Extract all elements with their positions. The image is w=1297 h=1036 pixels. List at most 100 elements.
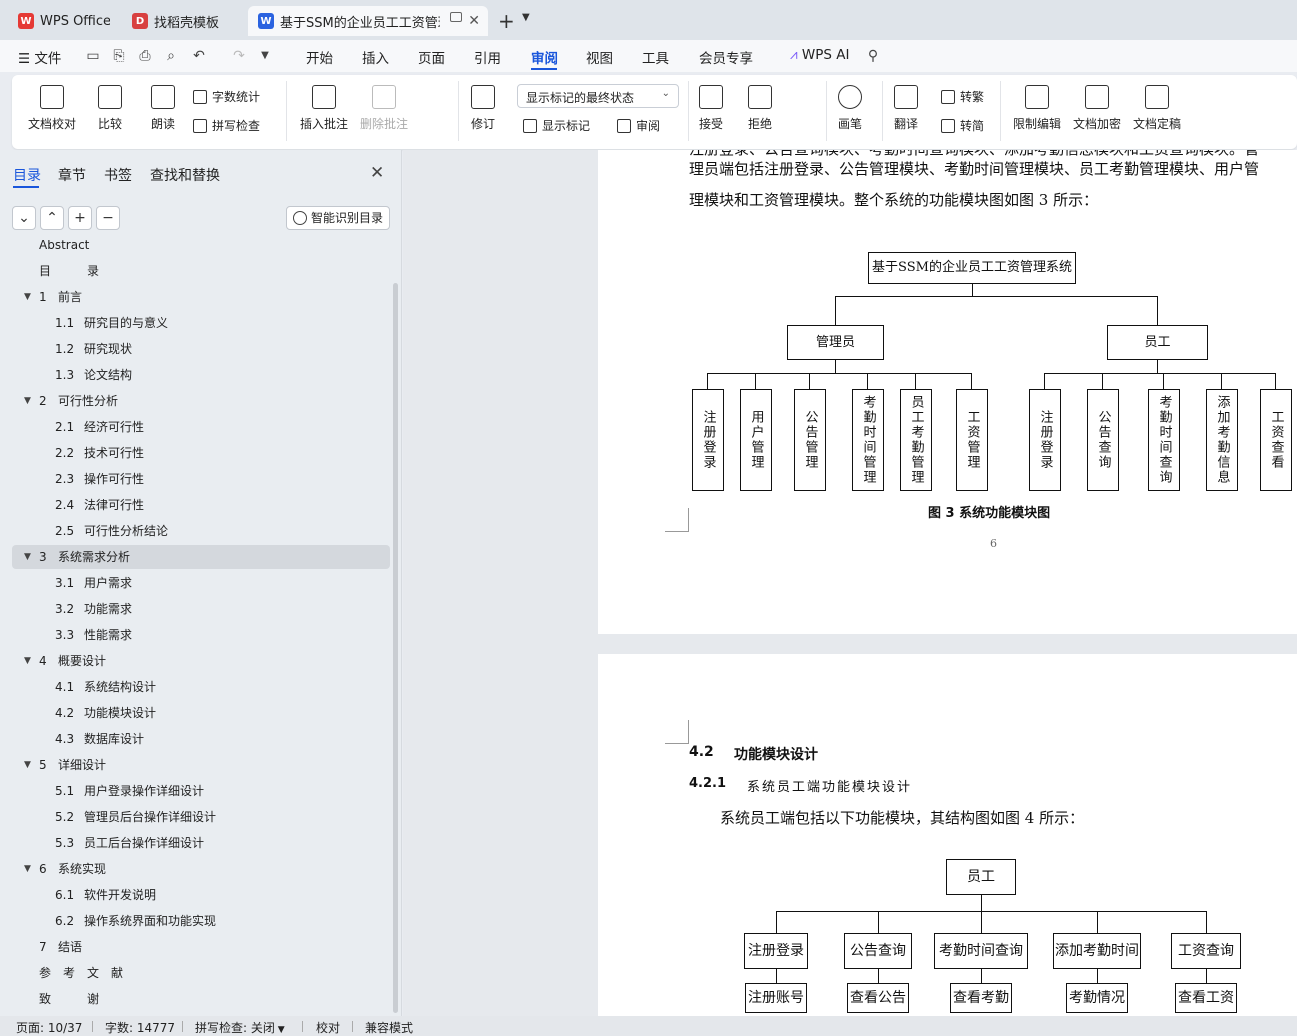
toc-item[interactable]: 4.3 数据库设计	[12, 727, 390, 751]
toc-item[interactable]: 5.2 管理员后台操作详细设计	[12, 805, 390, 829]
toc-item[interactable]: 1.3 论文结构	[12, 363, 390, 387]
close-icon[interactable]: ✕	[370, 163, 384, 183]
expand-arrow-icon[interactable]: ▼	[24, 649, 31, 673]
finalize-button[interactable]: 文档定稿	[1133, 85, 1181, 132]
chevron-down-icon[interactable]: ▼	[256, 47, 274, 65]
tab-current-document[interactable]: W 基于SSM的企业员工工资管理 ✕	[248, 6, 488, 36]
expand-arrow-icon[interactable]: ▼	[24, 545, 31, 569]
toc-item[interactable]: 1.1 研究目的与意义	[12, 311, 390, 335]
toc-item[interactable]: ▼ 4 概要设计	[12, 649, 390, 673]
toc-item[interactable]: 3.2 功能需求	[12, 597, 390, 621]
print-icon[interactable]: ⎙	[136, 47, 154, 65]
close-icon[interactable]: ✕	[468, 13, 480, 29]
accept-button[interactable]: 接受	[699, 85, 723, 132]
markup-state-select[interactable]: 显示标记的最终状态 ⌄	[517, 84, 679, 108]
toc-item[interactable]: 7 结语	[12, 935, 390, 959]
menu-references[interactable]: 引用	[474, 47, 501, 67]
menu-home[interactable]: 开始	[306, 47, 333, 67]
spell-check-indicator[interactable]: 拼写检查: 关闭 ▼	[195, 1019, 285, 1036]
nav-tab-bookmarks[interactable]: 书签	[104, 165, 132, 185]
smart-toc-button[interactable]: 智能识别目录	[286, 206, 390, 230]
nav-scrollbar[interactable]	[393, 283, 398, 1013]
chevron-down-icon[interactable]: ▼	[522, 12, 530, 23]
share-icon[interactable]: ⎘	[110, 47, 128, 65]
tab-docer-templates[interactable]: D 找稻壳模板	[122, 6, 244, 36]
review-pane-button[interactable]: 审阅	[617, 117, 660, 134]
doc-check-button[interactable]: 文档校对	[28, 85, 76, 132]
toc-item[interactable]: 2.2 技术可行性	[12, 441, 390, 465]
remove-heading-button[interactable]: −	[96, 206, 120, 230]
restrict-edit-icon	[1025, 85, 1049, 109]
print-preview-icon[interactable]: ⌕	[162, 47, 180, 65]
reject-button[interactable]: 拒绝	[748, 85, 772, 132]
nav-tab-toc[interactable]: 目录	[13, 165, 41, 185]
to-traditional-button[interactable]: 转繁	[941, 88, 984, 105]
toc-item[interactable]: 5.1 用户登录操作详细设计	[12, 779, 390, 803]
toc-item[interactable]: ▼ 5 详细设计	[12, 753, 390, 777]
page-indicator[interactable]: 页面: 10/37	[16, 1019, 82, 1036]
restrict-edit-button[interactable]: 限制编辑	[1013, 85, 1061, 132]
undo-icon[interactable]: ↶	[190, 47, 208, 65]
toc-item[interactable]: 参 考 文 献	[12, 961, 390, 985]
expand-arrow-icon[interactable]: ▼	[24, 389, 31, 413]
collapse-all-button[interactable]: ⌄	[12, 206, 36, 230]
menu-view[interactable]: 视图	[586, 47, 613, 67]
toc-item[interactable]: 目 录	[12, 259, 390, 283]
toc-item[interactable]: 6.1 软件开发说明	[12, 883, 390, 907]
revise-button[interactable]: 修订	[471, 85, 495, 132]
toc-item[interactable]: 1.2 研究现状	[12, 337, 390, 361]
wps-ai-button[interactable]: ⩘ WPS AI	[790, 47, 849, 63]
translate-button[interactable]: 翻译	[894, 85, 918, 132]
expand-arrow-icon[interactable]: ▼	[24, 753, 31, 777]
save-icon[interactable]: ▭	[84, 47, 102, 65]
toc-item[interactable]: ▼ 1 前言	[12, 285, 390, 309]
pen-button[interactable]: 画笔	[838, 85, 862, 132]
encrypt-button[interactable]: 文档加密	[1073, 85, 1121, 132]
menu-member[interactable]: 会员专享	[699, 47, 753, 67]
toc-item[interactable]: 2.5 可行性分析结论	[12, 519, 390, 543]
proofread-indicator[interactable]: 校对	[316, 1019, 340, 1036]
file-menu[interactable]: ☰ 文件	[18, 47, 61, 67]
toc-item[interactable]: 4.1 系统结构设计	[12, 675, 390, 699]
toc-item[interactable]: 2.3 操作可行性	[12, 467, 390, 491]
connector-line	[972, 284, 973, 296]
toc-item[interactable]: 4.2 功能模块设计	[12, 701, 390, 725]
tab-wps-office[interactable]: W WPS Office	[8, 6, 120, 36]
toc-item[interactable]: 6.2 操作系统界面和功能实现	[12, 909, 390, 933]
toc-item[interactable]: 致 谢	[12, 987, 390, 1011]
spell-check-button[interactable]: 拼写检查	[193, 117, 260, 134]
toc-item[interactable]: 5.3 员工后台操作详细设计	[12, 831, 390, 855]
redo-icon[interactable]: ↷	[230, 47, 248, 65]
device-icon[interactable]	[450, 12, 462, 22]
expand-arrow-icon[interactable]: ▼	[24, 285, 31, 309]
compare-button[interactable]: 比较	[98, 85, 122, 132]
menu-tools[interactable]: 工具	[642, 47, 669, 67]
show-markup-button[interactable]: 显示标记	[523, 117, 590, 134]
insert-comment-button[interactable]: 插入批注	[300, 85, 348, 132]
word-count-indicator[interactable]: 字数: 14777	[105, 1019, 175, 1036]
menu-insert[interactable]: 插入	[362, 47, 389, 67]
toc-item[interactable]: 3.1 用户需求	[12, 571, 390, 595]
search-icon[interactable]: ⚲	[864, 47, 882, 65]
add-heading-button[interactable]: +	[68, 206, 92, 230]
toc-item[interactable]: ▼ 6 系统实现	[12, 857, 390, 881]
menu-review[interactable]: 审阅	[531, 47, 558, 67]
document-canvas[interactable]: 注册登录、公告查询模块、考勤时间查询模块、添加考勤信息模块和工资查询模块。管 理…	[403, 150, 1297, 1016]
nav-tab-sections[interactable]: 章节	[58, 165, 86, 185]
new-tab-icon[interactable]: +	[498, 9, 515, 33]
toc-item[interactable]: ▼ 3 系统需求分析	[12, 545, 390, 569]
toc-item[interactable]: Abstract	[12, 240, 390, 257]
word-count-button[interactable]: 字数统计	[193, 88, 260, 105]
toc-item[interactable]: 2.4 法律可行性	[12, 493, 390, 517]
toc-item[interactable]: 2.1 经济可行性	[12, 415, 390, 439]
read-aloud-button[interactable]: 朗读	[151, 85, 175, 132]
expand-up-button[interactable]: ⌃	[40, 206, 64, 230]
toc-item[interactable]: 3.3 性能需求	[12, 623, 390, 647]
toc-item[interactable]: ▼ 2 可行性分析	[12, 389, 390, 413]
nav-tab-find-replace[interactable]: 查找和替换	[150, 165, 220, 185]
expand-arrow-icon[interactable]: ▼	[24, 857, 31, 881]
to-simplified-button[interactable]: 转简	[941, 117, 984, 134]
delete-comment-button[interactable]: 删除批注	[360, 85, 408, 132]
ribbon-divider	[1000, 81, 1001, 141]
menu-page[interactable]: 页面	[418, 47, 445, 67]
